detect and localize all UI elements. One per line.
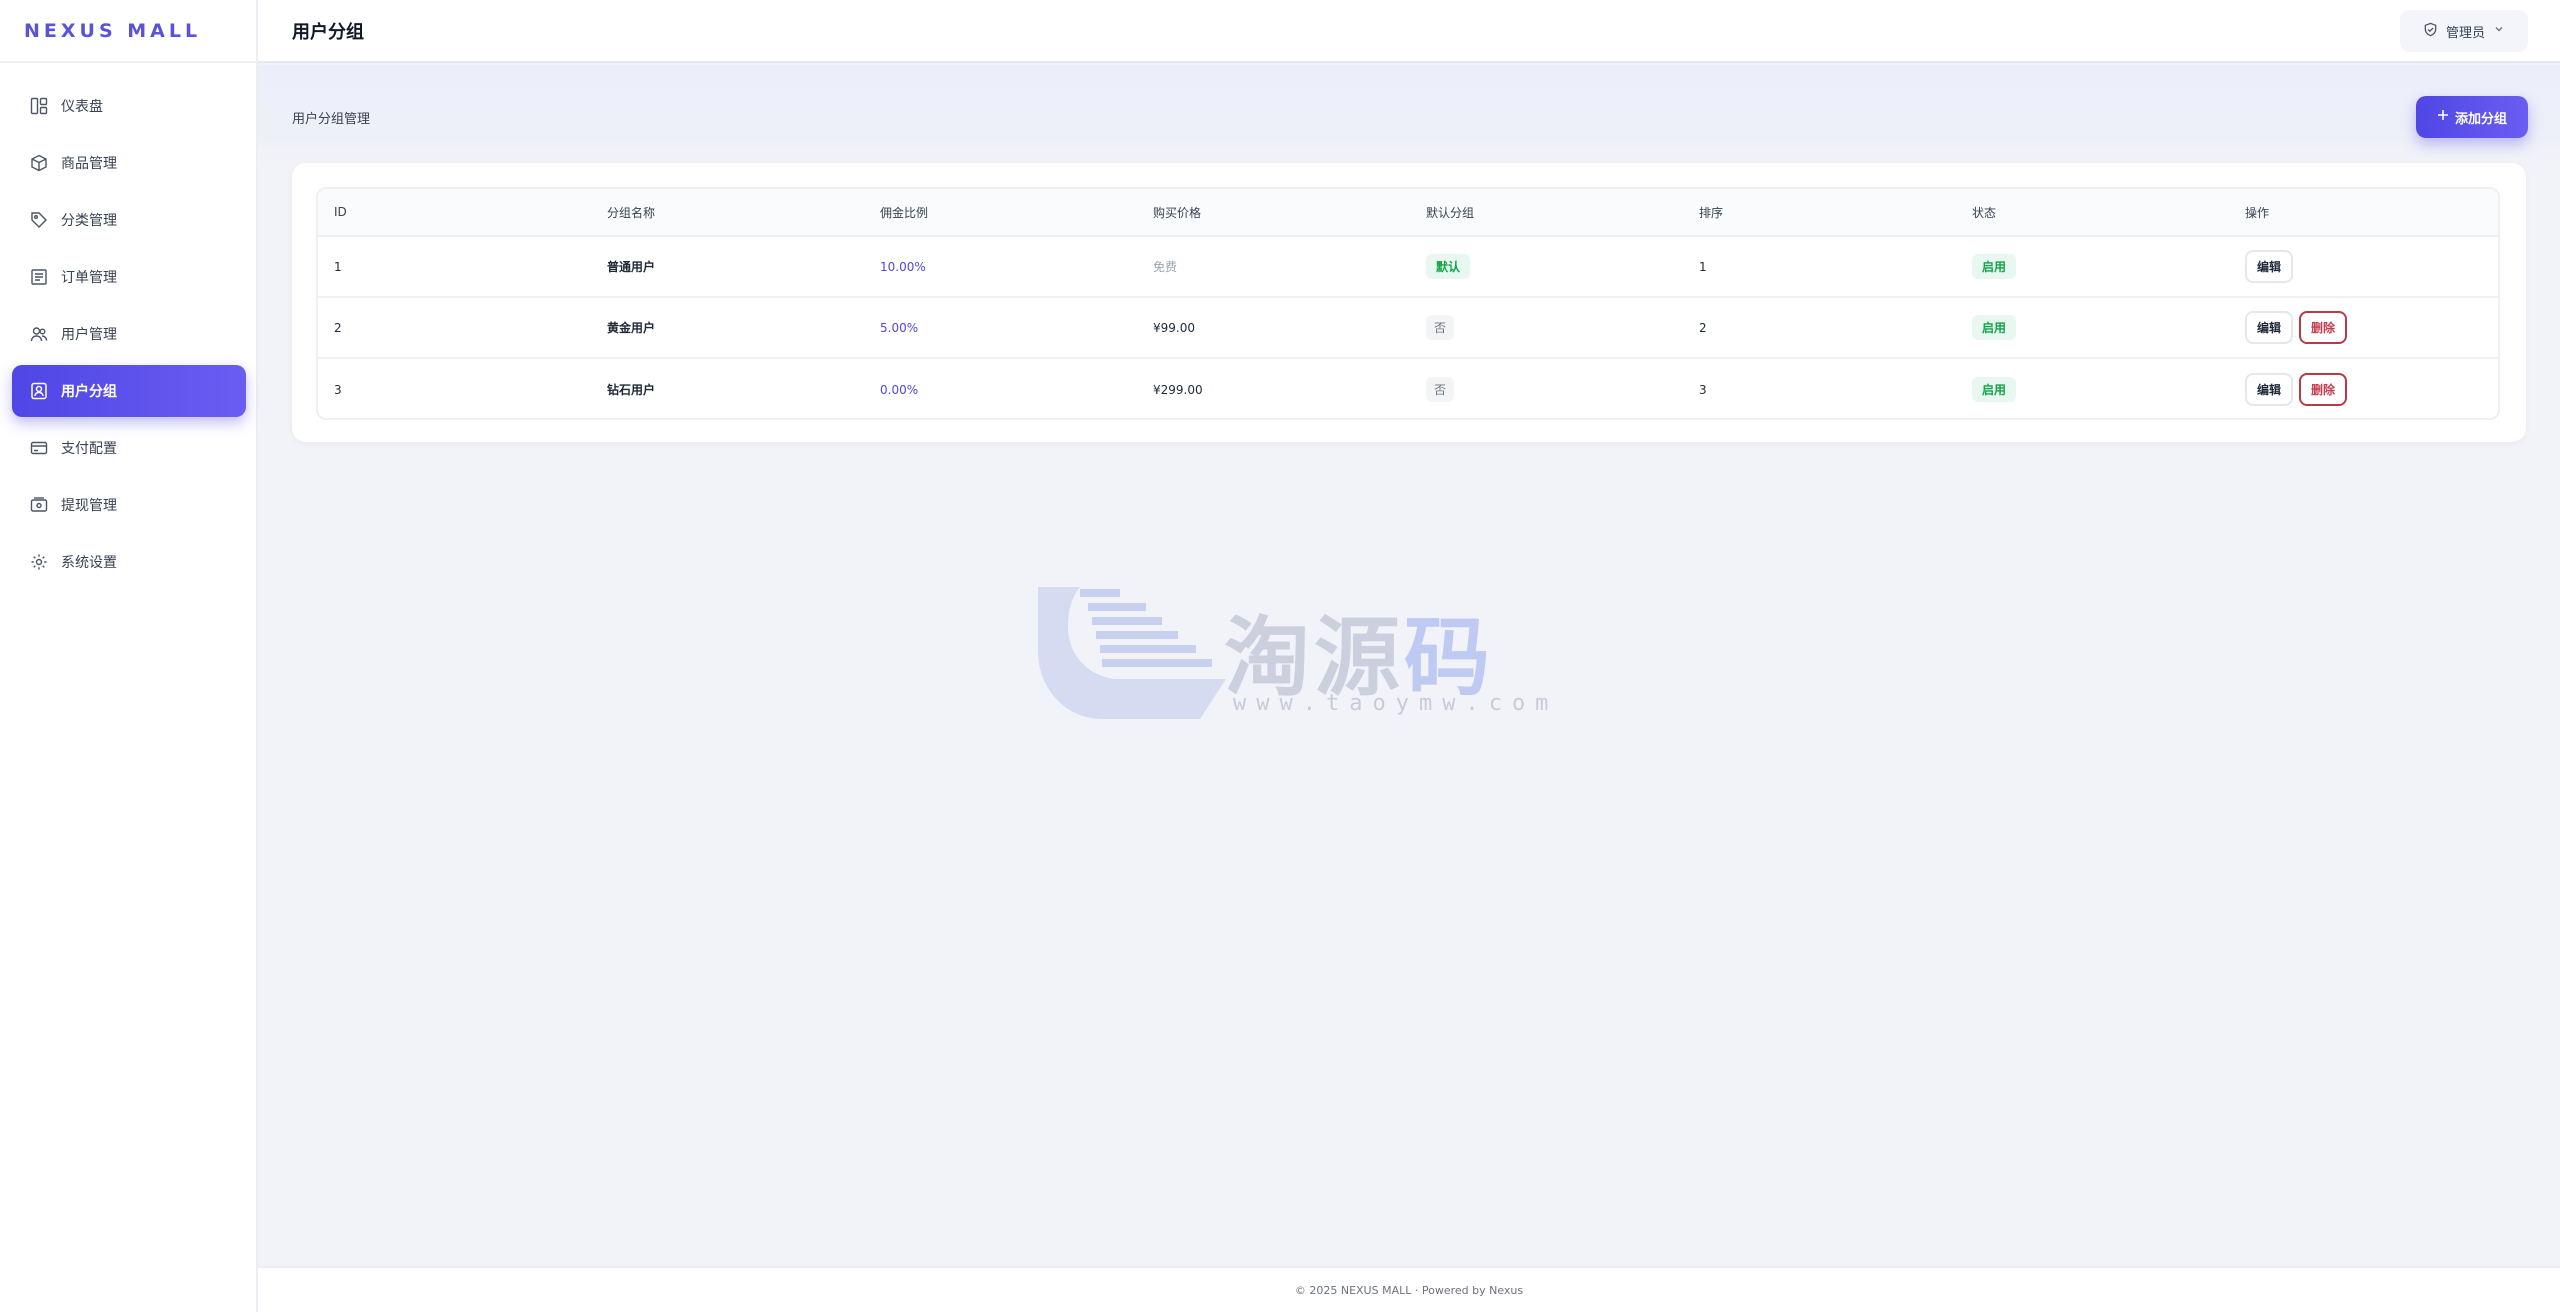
cell-price: 免费 — [1153, 260, 1178, 274]
cell-sort: 3 — [1699, 382, 1707, 397]
sidebar-item-orders[interactable]: 订单管理 — [12, 251, 246, 303]
top-bar: 用户分组 管理员 — [258, 0, 2560, 63]
column-header-price: 购买价格 — [1153, 205, 1202, 220]
cell-rate: 10.00% — [880, 259, 926, 274]
column-header-name: 分组名称 — [607, 205, 656, 220]
cell-status: 启用 — [1956, 377, 2229, 402]
cell-actions: 编辑 删除 — [2229, 311, 2498, 344]
watermark-logo-icon — [1038, 587, 1226, 719]
cell-default: 否 — [1410, 315, 1683, 340]
table-row: 3 钻石用户 0.00% ¥299.00 否 3 启用 编辑 删除 — [318, 359, 2498, 418]
groups-table: ID 分组名称 佣金比例 购买价格 默认分组 排序 状态 操作 1 普通用户 1… — [316, 187, 2500, 420]
cell-name: 钻石用户 — [607, 383, 656, 397]
default-badge: 默认 — [1426, 254, 1471, 279]
cell-status: 启用 — [1956, 315, 2229, 340]
cell-default: 否 — [1410, 377, 1683, 402]
sidebar-item-label: 提现管理 — [61, 498, 117, 514]
cell-price: ¥299.00 — [1153, 382, 1203, 397]
watermark: 淘源码 www.taoymw.com — [1036, 585, 1548, 735]
cell-rate: 0.00% — [880, 382, 919, 397]
sidebar-item-settings[interactable]: 系统设置 — [12, 536, 246, 588]
plus-icon — [2437, 109, 2449, 125]
cell-status: 启用 — [1956, 254, 2229, 279]
status-badge: 启用 — [1972, 254, 2017, 279]
app-root: NEXUS MALL 仪表盘 商品管理 分类管理 订单管理 用户管理 用户分组 … — [0, 0, 2560, 1312]
users-icon — [29, 324, 49, 344]
admin-label: 管理员 — [2445, 25, 2485, 41]
admin-menu-button[interactable]: 管理员 — [2400, 10, 2528, 52]
cell-actions: 编辑 删除 — [2229, 373, 2498, 406]
cell-name: 黄金用户 — [607, 321, 656, 335]
cell-id: 2 — [334, 320, 342, 335]
shield-icon — [2423, 22, 2438, 41]
sidebar-item-label: 用户分组 — [61, 384, 117, 400]
sidebar-item-categories[interactable]: 分类管理 — [12, 194, 246, 246]
brand-logo[interactable]: NEXUS MALL — [0, 0, 256, 63]
page-title: 用户分组 — [292, 21, 364, 43]
groups-card: ID 分组名称 佣金比例 购买价格 默认分组 排序 状态 操作 1 普通用户 1… — [292, 163, 2526, 442]
sidebar-item-label: 商品管理 — [61, 156, 117, 172]
sidebar-item-dashboard[interactable]: 仪表盘 — [12, 80, 246, 132]
add-group-label: 添加分组 — [2454, 111, 2507, 127]
sidebar-item-label: 用户管理 — [61, 327, 117, 343]
watermark-url: www.taoymw.com — [1233, 691, 1559, 716]
edit-button[interactable]: 编辑 — [2245, 311, 2294, 344]
status-badge: 启用 — [1972, 377, 2017, 402]
header-band — [258, 65, 2560, 165]
gear-icon — [29, 552, 49, 572]
tag-icon — [29, 210, 49, 230]
sidebar-item-label: 仪表盘 — [61, 99, 103, 115]
chevron-down-icon — [2493, 23, 2505, 39]
order-list-icon — [29, 267, 49, 287]
breadcrumb: 用户分组管理 — [292, 112, 371, 127]
cell-default: 默认 — [1410, 254, 1683, 279]
sidebar-item-users[interactable]: 用户管理 — [12, 308, 246, 360]
column-header-sort: 排序 — [1699, 205, 1724, 220]
column-header-actions: 操作 — [2245, 205, 2270, 220]
cell-sort: 2 — [1699, 320, 1707, 335]
column-header-rate: 佣金比例 — [880, 205, 929, 220]
delete-button[interactable]: 删除 — [2299, 311, 2348, 344]
cell-id: 3 — [334, 382, 342, 397]
credit-card-icon — [29, 438, 49, 458]
sidebar-item-label: 支付配置 — [61, 441, 117, 457]
sidebar-item-label: 系统设置 — [61, 555, 117, 571]
default-badge: 否 — [1426, 315, 1455, 340]
wallet-icon — [29, 495, 49, 515]
column-header-id: ID — [334, 205, 347, 219]
edit-button[interactable]: 编辑 — [2245, 250, 2294, 283]
default-badge: 否 — [1426, 377, 1455, 402]
dashboard-icon — [29, 96, 49, 116]
table-row: 1 普通用户 10.00% 免费 默认 1 启用 编辑 — [318, 237, 2498, 298]
user-group-icon — [29, 381, 49, 401]
column-header-status: 状态 — [1972, 205, 1997, 220]
cell-actions: 编辑 — [2229, 250, 2498, 283]
sidebar-item-label: 分类管理 — [61, 213, 117, 229]
footer: © 2025 NEXUS MALL · Powered by Nexus — [258, 1266, 2560, 1312]
add-group-button[interactable]: 添加分组 — [2416, 96, 2528, 138]
sidebar-item-user-groups[interactable]: 用户分组 — [12, 365, 246, 417]
cell-name: 普通用户 — [607, 260, 656, 274]
sidebar-item-products[interactable]: 商品管理 — [12, 137, 246, 189]
delete-button[interactable]: 删除 — [2299, 373, 2348, 406]
sidebar-item-label: 订单管理 — [61, 270, 117, 286]
cell-price: ¥99.00 — [1153, 320, 1195, 335]
table-row: 2 黄金用户 5.00% ¥99.00 否 2 启用 编辑 删除 — [318, 298, 2498, 359]
cell-rate: 5.00% — [880, 320, 919, 335]
cell-id: 1 — [334, 259, 342, 274]
edit-button[interactable]: 编辑 — [2245, 373, 2294, 406]
column-header-default: 默认分组 — [1426, 205, 1475, 220]
box-icon — [29, 153, 49, 173]
table-header: ID 分组名称 佣金比例 购买价格 默认分组 排序 状态 操作 — [318, 189, 2498, 237]
sidebar-item-payment[interactable]: 支付配置 — [12, 422, 246, 474]
sidebar-item-withdraw[interactable]: 提现管理 — [12, 479, 246, 531]
sidebar: NEXUS MALL 仪表盘 商品管理 分类管理 订单管理 用户管理 用户分组 … — [0, 0, 258, 1312]
cell-sort: 1 — [1699, 259, 1707, 274]
status-badge: 启用 — [1972, 315, 2017, 340]
